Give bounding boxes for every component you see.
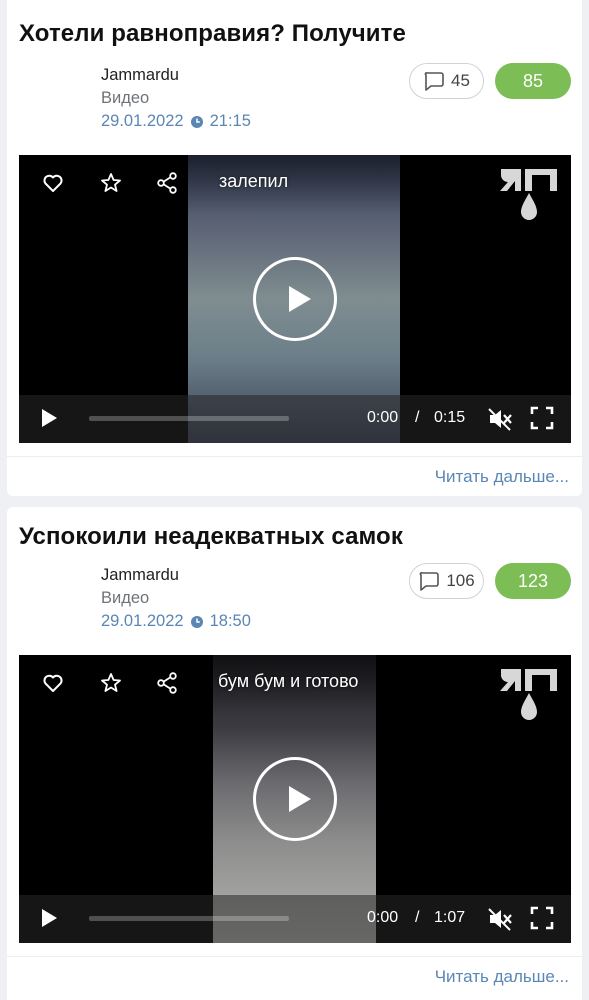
post-section[interactable]: Видео [101,87,251,110]
clock-icon [190,115,203,128]
play-icon [289,286,311,312]
post-date: 29.01.2022 [101,612,184,630]
post-card: Успокоили неадекватных самок Jammardu Ви… [7,507,582,1000]
video-controls: 0:00 / 0:15 [19,395,571,443]
current-time: 0:00 [367,409,399,426]
play-icon [289,786,311,812]
post-datetime: 29.01.2022 18:50 [101,610,251,633]
comment-icon [419,572,440,591]
post-title[interactable]: Хотели равноправия? Получите [19,20,406,48]
star-icon[interactable] [99,171,123,195]
comments-button[interactable]: 106 [409,563,484,599]
comments-button[interactable]: 45 [409,63,484,99]
heart-icon[interactable] [41,671,65,695]
clock-icon [190,615,203,628]
star-icon[interactable] [99,671,123,695]
duration: 0:15 [434,409,466,426]
post-datetime: 29.01.2022 21:15 [101,110,251,133]
rating-badge[interactable]: 123 [495,563,571,599]
share-icon[interactable] [155,671,179,695]
yap-logo [500,669,557,720]
post-meta: Jammardu Видео 29.01.2022 18:50 [101,564,251,633]
comments-count: 45 [451,71,470,90]
play-button-large[interactable] [253,757,337,841]
duration: 1:07 [434,909,466,926]
fullscreen-icon[interactable] [530,906,554,930]
read-more-link[interactable]: Читать дальше... [435,967,569,987]
read-more-link[interactable]: Читать дальше... [435,467,569,487]
video-player[interactable]: залепил 0:00 / 0:15 [19,155,571,443]
mute-icon[interactable] [487,406,513,432]
mute-icon[interactable] [487,906,513,932]
comments-count: 106 [446,571,475,590]
current-time: 0:00 [367,909,399,926]
video-player[interactable]: бум бум и готово 0:00 / 1:07 [19,655,571,943]
divider [7,956,582,957]
author-name[interactable]: Jammardu [101,564,251,587]
post-meta: Jammardu Видео 29.01.2022 21:15 [101,64,251,133]
author-name[interactable]: Jammardu [101,64,251,87]
post-card: Хотели равноправия? Получите Jammardu Ви… [7,0,582,496]
time-separator: / [415,909,420,926]
heart-icon[interactable] [41,171,65,195]
comment-icon [424,72,444,91]
video-controls: 0:00 / 1:07 [19,895,571,943]
yap-logo [500,169,557,220]
share-icon[interactable] [155,171,179,195]
rating-badge[interactable]: 85 [495,63,571,99]
post-time: 21:15 [209,112,251,130]
post-time: 18:50 [209,612,251,630]
progress-bar[interactable] [89,416,289,421]
time-separator: / [415,409,420,426]
play-button-large[interactable] [253,257,337,341]
fullscreen-icon[interactable] [530,406,554,430]
play-icon[interactable] [39,408,59,428]
post-date: 29.01.2022 [101,112,184,130]
post-title[interactable]: Успокоили неадекватных самок [19,523,403,551]
video-caption: залепил [219,171,289,191]
post-section[interactable]: Видео [101,587,251,610]
video-caption: бум бум и готово [218,671,359,691]
divider [7,456,582,457]
play-icon[interactable] [39,908,59,928]
progress-bar[interactable] [89,916,289,921]
